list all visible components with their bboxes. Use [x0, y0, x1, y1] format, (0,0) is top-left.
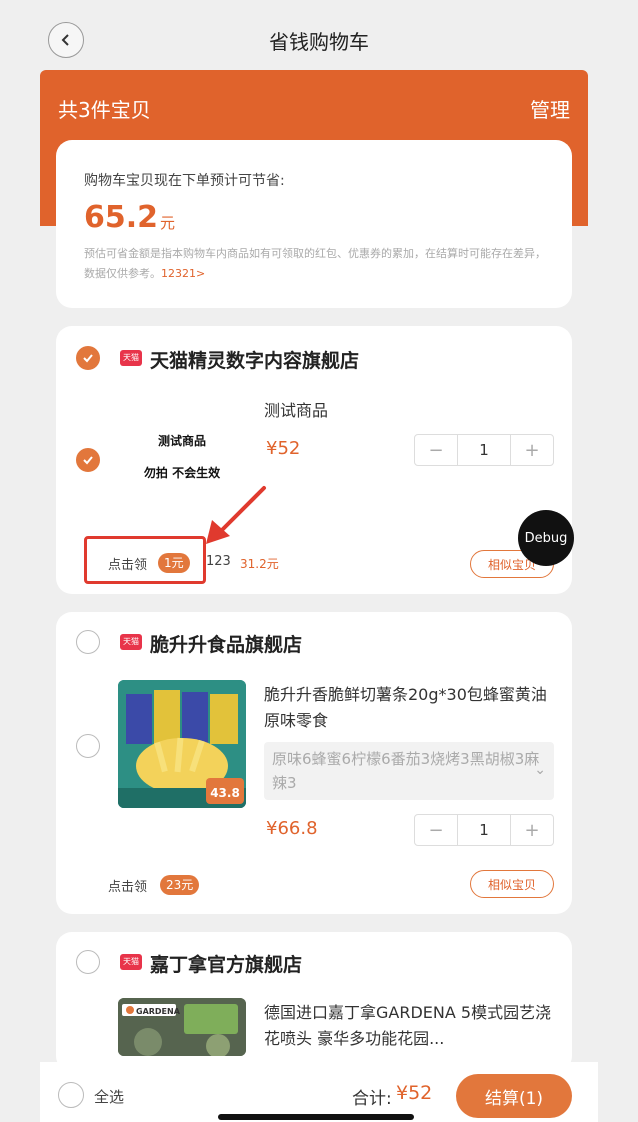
product-image[interactable]: 43.8	[118, 680, 246, 808]
shop-name[interactable]: 嘉丁拿官方旗舰店	[150, 950, 302, 977]
check-icon	[83, 456, 93, 465]
coupon-claim-label[interactable]: 点击领	[108, 876, 147, 895]
tmall-badge: 天猫	[120, 350, 142, 366]
shop-checkbox[interactable]	[76, 950, 100, 974]
tmall-badge: 天猫	[120, 954, 142, 970]
checkout-bar: 全选 合计: ¥52 结算(1)	[40, 1062, 598, 1122]
product-image-text: 测试商品	[157, 434, 206, 448]
brand-text: GARDENA	[136, 1007, 181, 1016]
shop-checkbox[interactable]	[76, 346, 100, 370]
annotation-highlight-box	[84, 536, 206, 584]
garden-image-icon: GARDENA	[118, 998, 246, 1056]
decrease-button[interactable]: −	[415, 435, 457, 465]
product-image[interactable]: GARDENA	[118, 998, 246, 1056]
nav-bar: 省钱购物车	[0, 0, 638, 76]
savings-note: 预估可省金额是指本购物车内商品如有可领取的红包、优惠券的累加，在结算时可能存在差…	[84, 244, 554, 284]
item-checkbox[interactable]	[76, 448, 100, 472]
quantity-stepper[interactable]: − 1 +	[414, 434, 554, 466]
item-checkbox[interactable]	[76, 734, 100, 758]
total-value: ¥52	[396, 1082, 433, 1104]
savings-amount: 65.2	[84, 200, 159, 235]
shop-checkbox[interactable]	[76, 630, 100, 654]
home-indicator	[218, 1114, 414, 1120]
checkout-button[interactable]: 结算(1)	[456, 1074, 572, 1118]
shop-card-cuishengsheng: 天猫 脆升升食品旗舰店 43.8 脆升升香脆鲜切薯条20g*30包蜂蜜黄油原味零…	[56, 612, 572, 914]
shop-name[interactable]: 天猫精灵数字内容旗舰店	[150, 346, 359, 373]
savings-unit: 元	[160, 214, 176, 232]
image-price: 43.8	[210, 786, 240, 800]
shop-card-gardena: 天猫 嘉丁拿官方旗舰店 GARDENA 德国进口嘉丁拿GARDENA 5模式园艺…	[56, 932, 572, 1072]
coupon-amount-badge[interactable]: 23元	[160, 875, 200, 895]
annotation-arrow-icon	[206, 486, 266, 544]
shop-name[interactable]: 脆升升食品旗舰店	[150, 630, 302, 657]
product-title[interactable]: 测试商品	[264, 398, 328, 424]
product-price: ¥66.8	[266, 818, 318, 839]
savings-note-link[interactable]: 12321>	[161, 267, 205, 280]
sku-text: 原味6蜂蜜6柠檬6番茄3烧烤3黑胡椒3麻辣3	[272, 750, 540, 792]
quantity-value[interactable]: 1	[457, 815, 511, 845]
tmall-badge: 天猫	[120, 634, 142, 650]
fries-image-icon: 43.8	[118, 680, 246, 808]
savings-card: 购物车宝贝现在下单预计可节省: 65.2 元 预估可省金额是指本购物车内商品如有…	[56, 140, 572, 308]
chevron-down-icon: ⌄	[534, 762, 546, 778]
savings-note-text: 预估可省金额是指本购物车内商品如有可领取的红包、优惠券的累加，在结算时可能存在差…	[84, 247, 546, 280]
product-title[interactable]: 德国进口嘉丁拿GARDENA 5模式园艺浇花喷头 豪华多功能花园...	[264, 1000, 560, 1052]
total-label: 合计:	[352, 1089, 392, 1109]
product-title[interactable]: 脆升升香脆鲜切薯条20g*30包蜂蜜黄油原味零食	[264, 682, 556, 734]
sku-selector[interactable]: 原味6蜂蜜6柠檬6番茄3烧烤3黑胡椒3麻辣3 ⌄	[264, 742, 554, 800]
check-icon	[83, 354, 93, 363]
promo-text: 123	[206, 554, 231, 569]
quantity-value[interactable]: 1	[457, 435, 511, 465]
select-all-checkbox[interactable]	[58, 1082, 84, 1108]
increase-button[interactable]: +	[511, 435, 553, 465]
select-all-label[interactable]: 全选	[94, 1086, 124, 1107]
promo-amount: 31.2元	[240, 557, 279, 571]
debug-button[interactable]: Debug	[518, 510, 574, 566]
savings-label: 购物车宝贝现在下单预计可节省:	[84, 173, 285, 189]
page-title: 省钱购物车	[269, 30, 369, 54]
product-price: ¥52	[266, 438, 301, 459]
quantity-stepper[interactable]: − 1 +	[414, 814, 554, 846]
item-count: 共3件宝贝	[58, 98, 151, 122]
decrease-button[interactable]: −	[415, 815, 457, 845]
manage-button[interactable]: 管理	[530, 94, 570, 123]
increase-button[interactable]: +	[511, 815, 553, 845]
product-image-text: 勿拍 不会生效	[143, 466, 221, 480]
similar-items-button[interactable]: 相似宝贝	[470, 870, 554, 898]
